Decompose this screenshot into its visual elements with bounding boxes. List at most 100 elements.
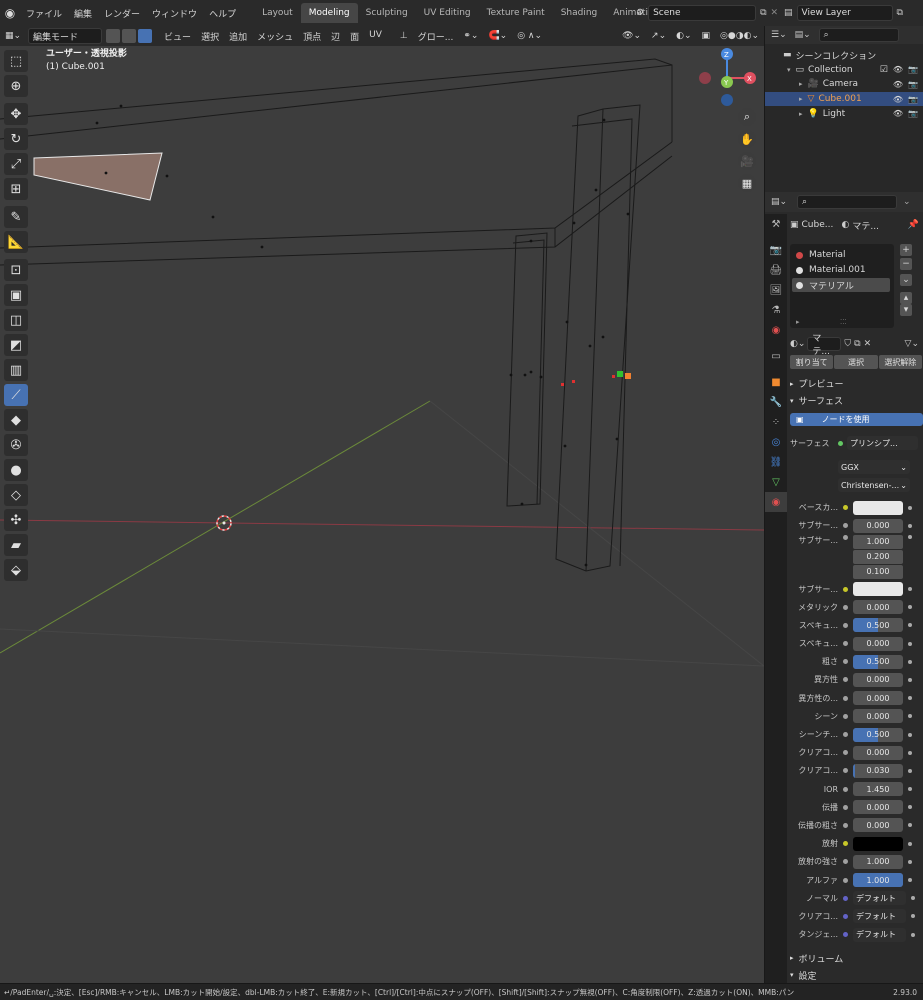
input-socket-icon[interactable] [843,534,848,540]
keyframe-dot-icon[interactable] [908,659,912,664]
outliner-root[interactable]: ▬ シーンコレクション [765,48,923,63]
duplicate-material-icon[interactable]: ⧉ [854,339,860,349]
gizmo-toggle-icon[interactable]: ↗⌄ [646,31,671,41]
preview-panel-header[interactable]: ▸ プレビュー [790,375,923,392]
chevron-right-icon[interactable]: ▸ [799,80,803,88]
input-socket-icon[interactable] [843,586,848,592]
input-socket-icon[interactable] [843,695,848,701]
number-field[interactable]: 0.000 [853,518,903,533]
navigation-gizmo[interactable]: Z X Y [699,48,756,106]
viewport-menu-1[interactable]: 選択 [196,30,224,43]
material-slot-0[interactable]: Material [792,248,890,262]
input-socket-icon[interactable] [843,713,848,719]
blender-logo-icon[interactable]: ◉ [0,6,20,20]
pivot-icon[interactable]: ⚭⌄ [458,31,483,41]
input-socket-icon[interactable] [843,877,848,883]
number-field[interactable]: 0.000 [853,709,903,724]
chevron-right-icon[interactable]: ▸ [799,95,803,103]
vector-component-field[interactable]: 0.200 [853,549,903,564]
input-socket-icon[interactable] [843,505,848,511]
viewport-menu-6[interactable]: 面 [345,30,364,43]
settings-panel-header[interactable]: ▾ 設定 [790,967,923,983]
keyframe-dot-icon[interactable] [908,714,912,719]
options-chevron-icon[interactable]: ⌄ [903,197,911,207]
number-field[interactable]: 1.450 [853,782,903,797]
inset-icon[interactable]: ◫ [4,309,28,331]
number-field[interactable]: 0.500 [853,727,903,742]
tab-sculpting[interactable]: Sculpting [358,3,416,23]
proportional-edit-icon[interactable]: ◎ ∧⌄ [512,31,547,41]
render-camera-icon[interactable]: 📷 [908,95,918,104]
view-layer-tab-icon[interactable]: 🖼 [765,280,787,300]
keyframe-dot-icon[interactable] [908,805,912,810]
vector-component-field[interactable]: 1.000 [853,534,903,549]
keyframe-dot-icon[interactable] [908,523,912,528]
input-socket-icon[interactable] [843,750,848,756]
outliner-item-camera[interactable]: ▸ 🎥 Camera 👁 📷 [765,77,923,92]
camera-view-icon[interactable]: 🎥 [738,152,756,170]
outliner-filter-icon[interactable]: ▤⌄ [795,30,811,40]
3d-viewport[interactable]: Z X Y [0,26,764,983]
render-tab-icon[interactable]: 📷 [765,240,787,260]
particles-tab-icon[interactable]: ⁘ [765,412,787,432]
input-socket-icon[interactable] [843,677,848,683]
surface-shader-field[interactable]: プリンシプ... [847,436,918,451]
subsurface-method-dropdown[interactable]: Christensen-... ⌄ [838,478,910,493]
cursor-icon[interactable]: ⊕ [4,75,28,97]
outliner-item-collection[interactable]: ▾ ▭ Collection ☑ 👁 📷 [765,63,923,78]
color-swatch[interactable] [853,836,903,851]
snap-icon[interactable]: 🧲⌄ [483,31,512,41]
keyframe-dot-icon[interactable] [911,932,915,937]
physics-tab-icon[interactable]: ◎ [765,432,787,452]
tab-layout[interactable]: Layout [254,3,301,23]
perspective-grid-icon[interactable]: ▦ [738,174,756,192]
use-nodes-button[interactable]: ▣ ノードを使用 [790,413,923,426]
input-socket-icon[interactable] [843,732,848,738]
input-socket-icon[interactable] [843,786,848,792]
input-socket-icon[interactable] [843,841,848,847]
number-field[interactable]: 0.000 [853,745,903,760]
surface-panel-header[interactable]: ▾ サーフェス [790,392,923,409]
volume-panel-header[interactable]: ▸ ボリューム [790,950,923,967]
unlink-material-icon[interactable]: ✕ [864,339,872,349]
scene-selector[interactable]: Scene [648,5,757,21]
keyframe-dot-icon[interactable] [911,896,915,901]
vector-component-field[interactable]: 0.100 [853,564,903,579]
add-cube-icon[interactable]: ⊡ [4,259,28,281]
keyframe-dot-icon[interactable] [908,677,912,682]
material-slot-1[interactable]: Material.001 [792,263,890,277]
number-field[interactable]: 0.000 [853,672,903,687]
keyframe-dot-icon[interactable] [908,587,912,592]
viewport-menu-4[interactable]: 頂点 [298,30,326,43]
loop-cut-icon[interactable]: ▥ [4,359,28,381]
properties-search-input[interactable]: ⌕ [797,195,898,209]
number-field[interactable]: 1.000 [853,854,903,869]
extrude-icon[interactable]: ▣ [4,284,28,306]
input-socket-icon[interactable] [843,895,848,901]
object-tab-icon[interactable]: ■ [765,372,787,392]
outliner-search-input[interactable]: ⌕ [818,28,899,42]
number-field[interactable]: 0.000 [853,691,903,706]
render-camera-icon[interactable]: 📷 [908,65,918,75]
bevel-icon[interactable]: ◩ [4,334,28,356]
view-object-types-icon[interactable]: 👁⌄ [617,31,646,41]
assign-button[interactable]: 割り当て [790,355,834,369]
scene-tab-icon[interactable]: ⚗ [765,300,787,320]
mode-selector[interactable]: 編集モード [28,28,103,44]
transform-icon[interactable]: ⊞ [4,178,28,200]
list-resize-handle[interactable]: ⁚⁚⁚ [840,318,847,326]
view-layer-new-icon[interactable]: ⧉ [897,8,903,18]
viewport-menu-2[interactable]: 追加 [224,30,252,43]
tab-shading[interactable]: Shading [553,3,606,23]
menu-1[interactable]: 編集 [68,7,98,20]
keyframe-dot-icon[interactable] [908,696,912,701]
keyframe-dot-icon[interactable] [908,841,912,846]
input-socket-icon[interactable] [843,523,848,529]
collection-tab-icon[interactable]: ▭ [765,346,787,366]
keyframe-dot-icon[interactable] [908,787,912,792]
move-slot-up-icon[interactable]: ▴ [900,292,912,304]
chevron-down-icon[interactable]: ▾ [787,66,791,74]
keyframe-dot-icon[interactable] [908,823,912,828]
menu-3[interactable]: ウィンドウ [146,7,203,20]
keyframe-dot-icon[interactable] [908,878,912,883]
